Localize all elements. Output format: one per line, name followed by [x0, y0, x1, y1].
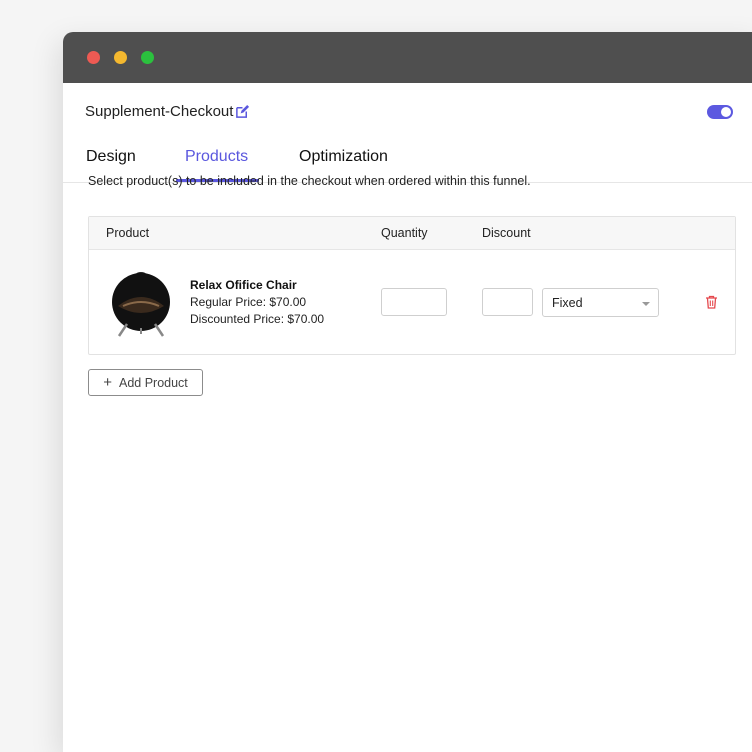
plus-icon: +	[103, 374, 112, 391]
discount-input[interactable]	[482, 288, 533, 316]
quantity-input[interactable]	[381, 288, 447, 316]
edit-icon[interactable]	[235, 104, 250, 119]
intro-text: Select product(s) to be included in the …	[88, 174, 531, 188]
close-window-button[interactable]	[87, 51, 100, 64]
column-header-product: Product	[106, 226, 150, 240]
product-regular-price: Regular Price: $70.00	[190, 295, 307, 309]
trash-icon[interactable]	[705, 295, 718, 309]
products-table: Product Quantity Discount Relax Ofifice …	[88, 216, 736, 355]
toggle-knob	[721, 107, 731, 117]
chevron-down-icon	[642, 302, 650, 306]
tab-design[interactable]: Design	[86, 148, 136, 166]
tab-products[interactable]: Products	[185, 148, 248, 166]
column-header-discount: Discount	[482, 226, 531, 240]
window-titlebar	[63, 32, 752, 83]
discount-type-value: Fixed	[552, 296, 583, 310]
table-header: Product Quantity Discount	[89, 217, 735, 250]
funnel-header: Supplement-Checkout	[63, 83, 752, 140]
minimize-window-button[interactable]	[114, 51, 127, 64]
product-image	[112, 272, 170, 337]
add-product-label: Add Product	[118, 375, 188, 390]
column-header-quantity: Quantity	[381, 226, 428, 240]
tab-optimization[interactable]: Optimization	[299, 148, 388, 166]
funnel-active-toggle[interactable]	[707, 105, 733, 119]
funnel-title: Supplement-Checkout	[85, 103, 234, 120]
add-product-button[interactable]: + Add Product	[88, 369, 203, 396]
product-name: Relax Ofifice Chair	[190, 278, 297, 292]
discount-type-select[interactable]: Fixed	[542, 288, 659, 317]
product-discounted-price: Discounted Price: $70.00	[190, 312, 325, 326]
maximize-window-button[interactable]	[141, 51, 154, 64]
table-row: Relax Ofifice Chair Regular Price: $70.0…	[89, 250, 735, 354]
